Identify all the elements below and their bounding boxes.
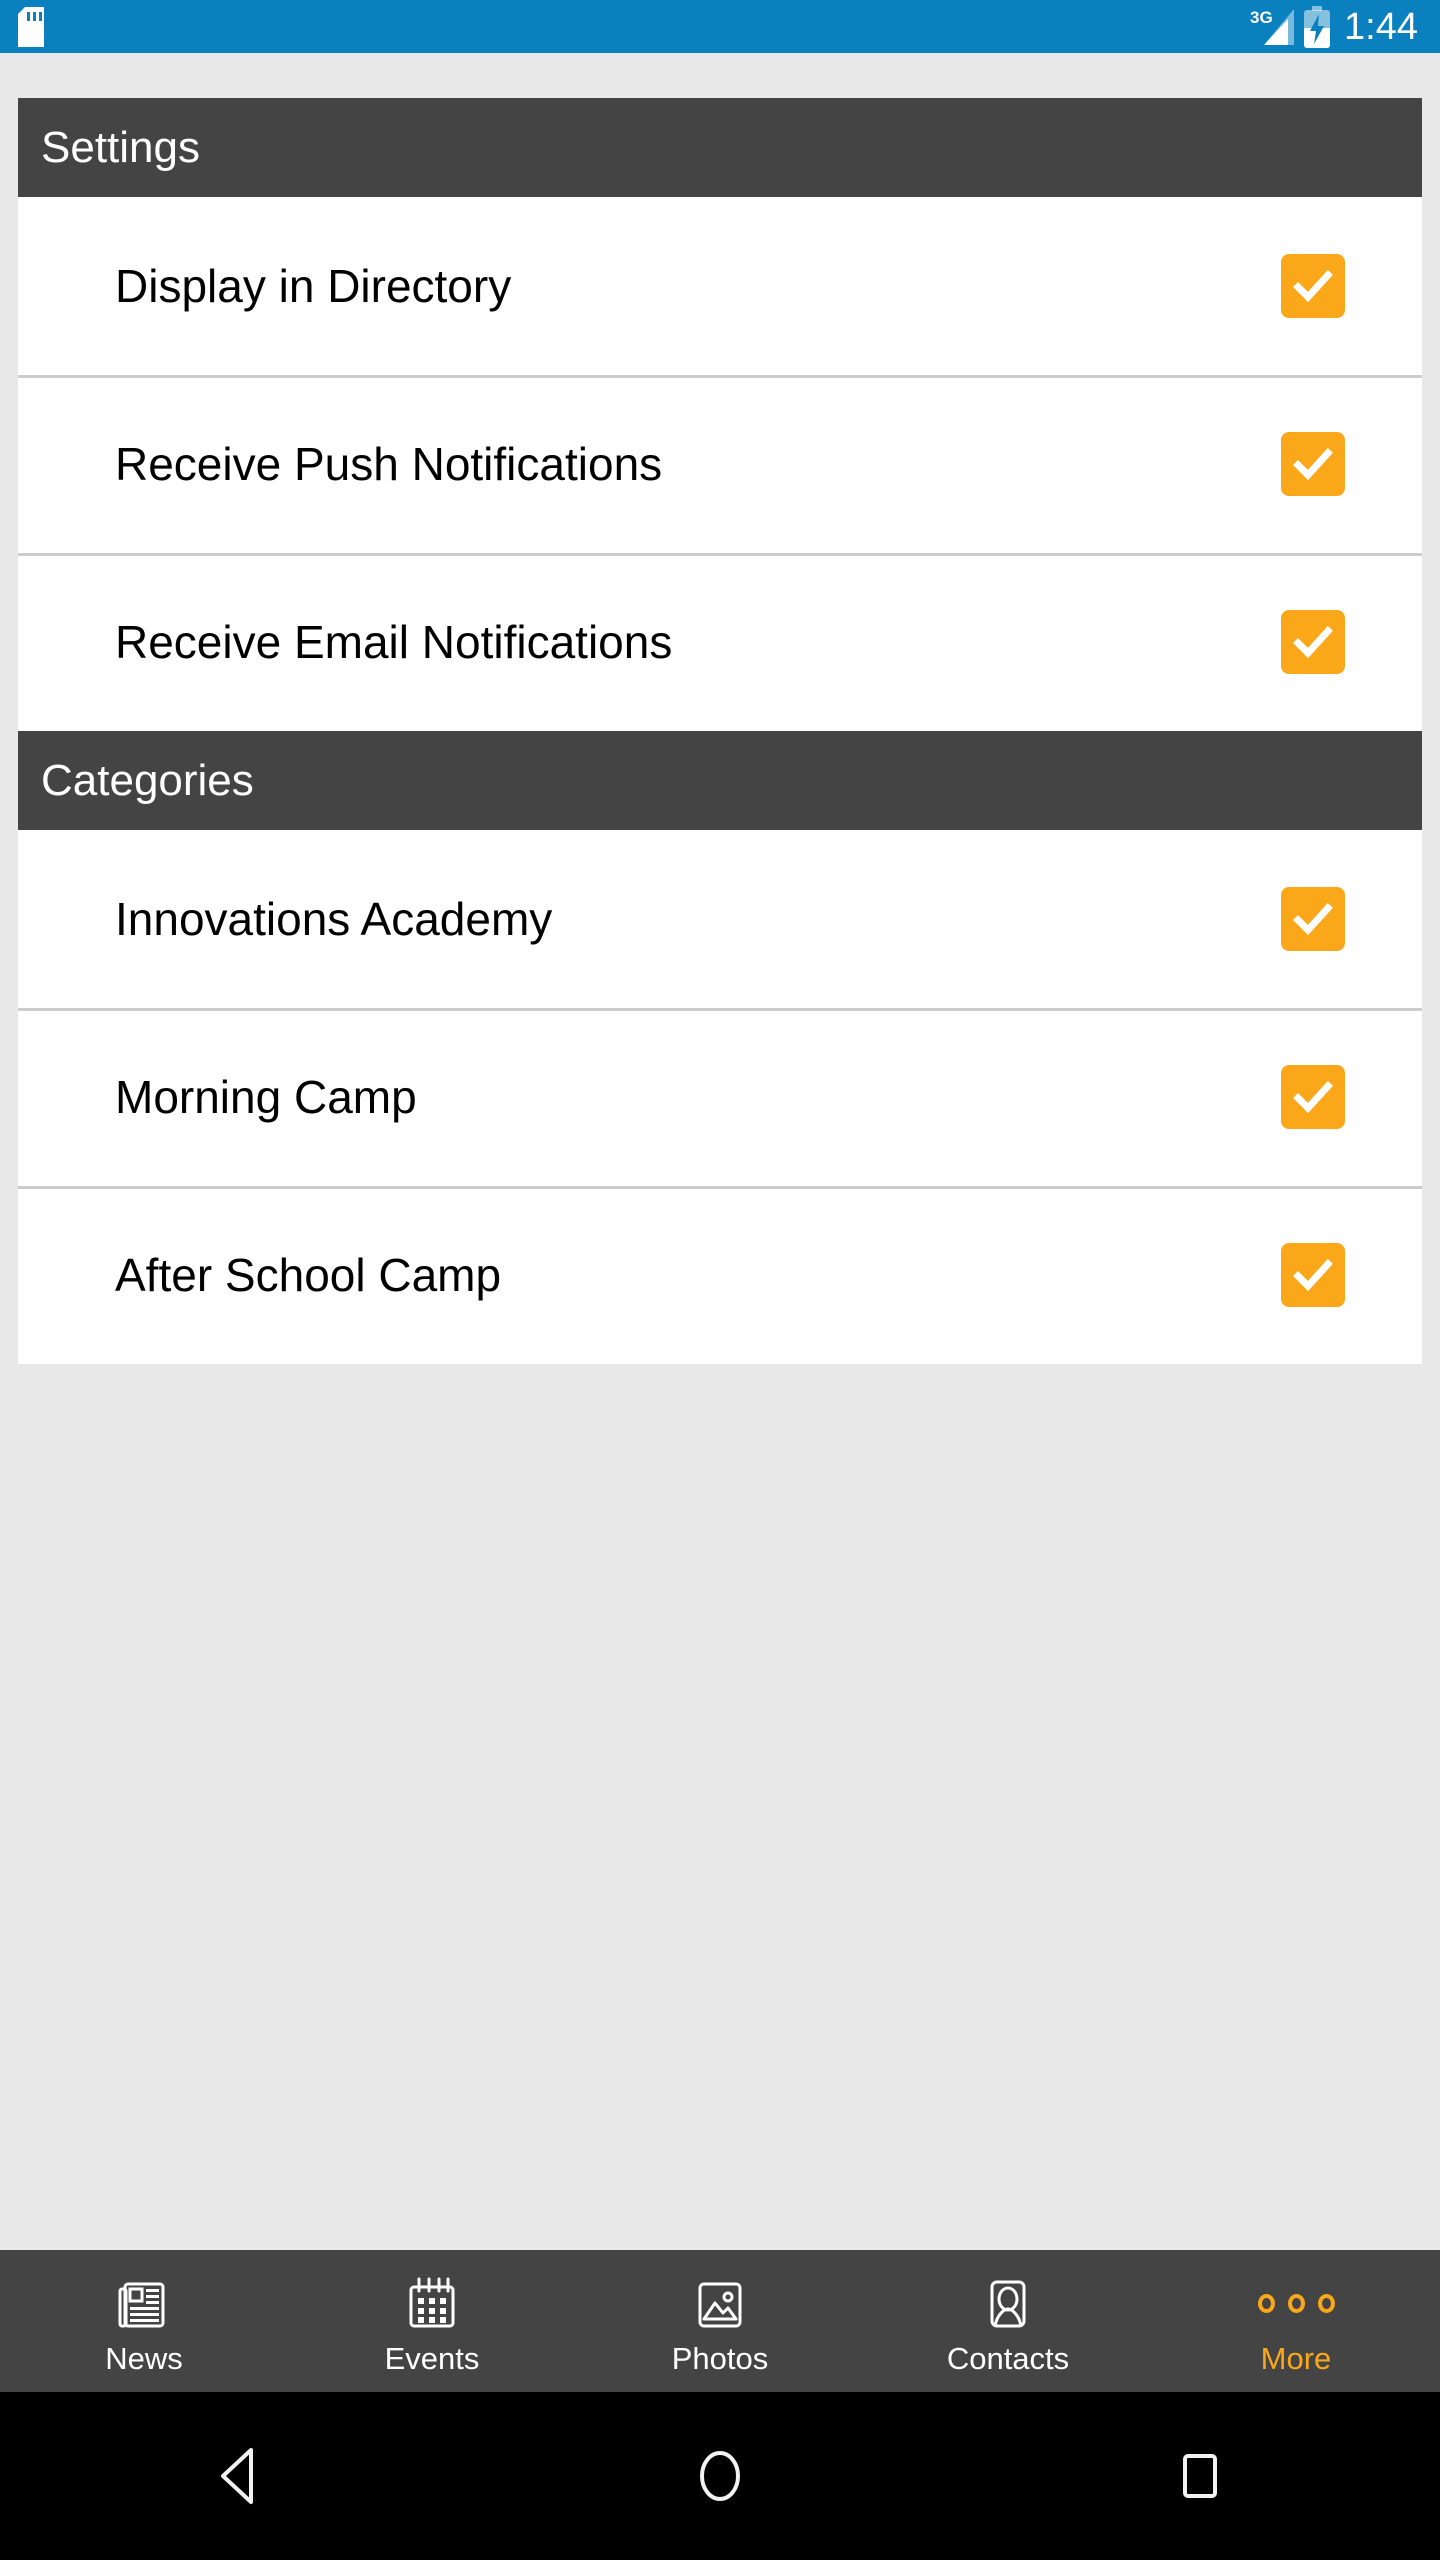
content-top-gap [0, 53, 1440, 98]
list-row[interactable]: Morning Camp [18, 1008, 1422, 1186]
list-row[interactable]: After School Camp [18, 1186, 1422, 1364]
row-label: Receive Push Notifications [115, 438, 663, 490]
status-bar: 3G 1:44 [0, 0, 1440, 53]
list-row[interactable]: Receive Email Notifications [18, 553, 1422, 731]
check-icon [1293, 903, 1333, 936]
sd-card-icon [18, 6, 44, 47]
dot [1287, 2294, 1305, 2313]
tab-label: News [105, 2340, 183, 2376]
person-card-icon [979, 2275, 1037, 2333]
categories-rows: Innovations Academy Morning Camp After S… [18, 830, 1422, 1364]
row-label: Morning Camp [115, 1071, 417, 1123]
tab-label: Photos [671, 2340, 769, 2376]
home-circle-icon[interactable] [630, 2392, 810, 2560]
row-label: Receive Email Notifications [115, 616, 673, 668]
tab-label: Contacts [946, 2340, 1070, 2376]
checkbox-morning-camp[interactable] [1281, 1065, 1345, 1129]
calendar-icon [403, 2275, 461, 2333]
tab-news[interactable]: News [0, 2250, 288, 2392]
battery-charging-icon [1302, 5, 1344, 48]
tab-contacts[interactable]: Contacts [864, 2250, 1152, 2392]
dot [1257, 2294, 1275, 2313]
tab-label: Events [384, 2340, 480, 2376]
status-bar-clock: 1:44 [1344, 5, 1418, 48]
row-label: Innovations Academy [115, 893, 553, 945]
status-bar-right: 3G 1:44 [1250, 5, 1418, 48]
recents-square-icon[interactable] [1110, 2392, 1290, 2560]
dot [1317, 2294, 1335, 2313]
settings-list[interactable]: Settings Display in Directory Receive Pu… [0, 53, 1440, 2250]
section-header-label: Categories [41, 755, 254, 805]
check-icon [1293, 448, 1333, 481]
section-header-label: Settings [41, 122, 200, 172]
check-icon [1293, 1259, 1333, 1292]
check-icon [1293, 626, 1333, 659]
tab-more[interactable]: More [1152, 2250, 1440, 2392]
checkbox-receive-email-notifications[interactable] [1281, 610, 1345, 674]
checkbox-display-in-directory[interactable] [1281, 254, 1345, 318]
status-bar-left [18, 6, 44, 47]
bottom-tab-bar: News Events Photos Contacts More [0, 2250, 1440, 2392]
checkbox-innovations-academy[interactable] [1281, 887, 1345, 951]
row-label: After School Camp [115, 1249, 502, 1301]
list-row[interactable]: Receive Push Notifications [18, 375, 1422, 553]
android-nav-bar [0, 2392, 1440, 2560]
three-dots-icon [1257, 2275, 1335, 2333]
back-triangle-icon[interactable] [150, 2392, 330, 2560]
check-icon [1293, 1081, 1333, 1114]
section-header-settings: Settings [18, 98, 1422, 197]
tab-label: More [1260, 2340, 1332, 2376]
device-screen: 3G 1:44 Settings Display in Directory Re… [0, 0, 1440, 2560]
checkbox-after-school-camp[interactable] [1281, 1243, 1345, 1307]
list-row[interactable]: Display in Directory [18, 197, 1422, 375]
tab-events[interactable]: Events [288, 2250, 576, 2392]
check-icon [1293, 270, 1333, 303]
row-label: Display in Directory [115, 260, 512, 312]
network-type-label: 3G [1250, 8, 1273, 27]
signal-bars-icon: 3G [1250, 7, 1302, 47]
list-row[interactable]: Innovations Academy [18, 830, 1422, 1008]
checkbox-receive-push-notifications[interactable] [1281, 432, 1345, 496]
newspaper-icon [115, 2275, 173, 2333]
tab-photos[interactable]: Photos [576, 2250, 864, 2392]
settings-rows: Display in Directory Receive Push Notifi… [18, 197, 1422, 731]
image-icon [691, 2275, 749, 2333]
section-header-categories: Categories [18, 731, 1422, 830]
